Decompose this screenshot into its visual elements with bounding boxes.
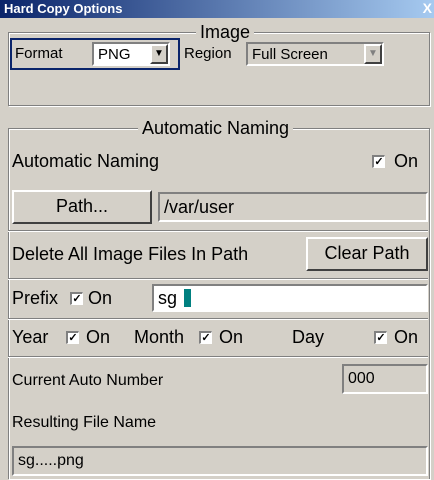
region-value: Full Screen (252, 46, 328, 63)
path-button[interactable]: Path... (12, 190, 152, 224)
year-on-label: On (86, 327, 111, 347)
month-on-label: On (219, 327, 244, 347)
automatic-naming-on-label: On (394, 151, 419, 171)
current-auto-number-label: Current Auto Number (12, 372, 164, 389)
resulting-file-name-label: Resulting File Name (12, 414, 157, 431)
path-field: /var/user (158, 192, 428, 222)
text-cursor (184, 289, 191, 307)
prefix-on-label: On (88, 288, 113, 308)
window-title: Hard Copy Options (4, 1, 123, 16)
prefix-value: sg (158, 288, 178, 308)
region-dropdown-icon: ▼ (364, 44, 382, 64)
divider (8, 230, 428, 232)
format-dropdown-icon[interactable]: ▼ (150, 44, 168, 64)
region-label: Region (184, 45, 232, 62)
prefix-input[interactable]: sg (152, 284, 428, 312)
day-checkbox[interactable]: ✓ (374, 331, 387, 344)
clear-path-button[interactable]: Clear Path (306, 237, 428, 271)
automatic-naming-checkbox[interactable]: ✓ (372, 155, 385, 168)
year-label: Year (12, 327, 49, 347)
format-value: PNG (98, 46, 131, 63)
month-checkbox[interactable]: ✓ (199, 331, 212, 344)
automatic-naming-label: Automatic Naming (12, 151, 160, 171)
day-on-label: On (394, 327, 419, 347)
prefix-checkbox[interactable]: ✓ (70, 292, 83, 305)
divider (8, 278, 428, 280)
divider (8, 318, 428, 320)
year-checkbox[interactable]: ✓ (66, 331, 79, 344)
resulting-file-name-field: sg.....png (12, 446, 428, 476)
close-icon[interactable]: X (423, 0, 432, 16)
resulting-file-name-value: sg.....png (18, 452, 84, 469)
automatic-naming-legend: Automatic Naming (138, 118, 294, 138)
delete-files-label: Delete All Image Files In Path (12, 244, 249, 264)
prefix-label: Prefix (12, 288, 59, 308)
hard-copy-options-window: Hard Copy Options X Image Format PNG ▼ R… (0, 0, 434, 480)
month-label: Month (134, 327, 185, 347)
current-auto-number-field: 000 (342, 364, 428, 394)
title-bar[interactable]: Hard Copy Options X (0, 0, 434, 18)
divider (8, 356, 428, 358)
image-legend: Image (196, 22, 255, 42)
day-label: Day (292, 327, 325, 347)
current-auto-number-value: 000 (348, 370, 375, 387)
path-value: /var/user (164, 197, 235, 217)
format-label: Format (15, 45, 63, 62)
